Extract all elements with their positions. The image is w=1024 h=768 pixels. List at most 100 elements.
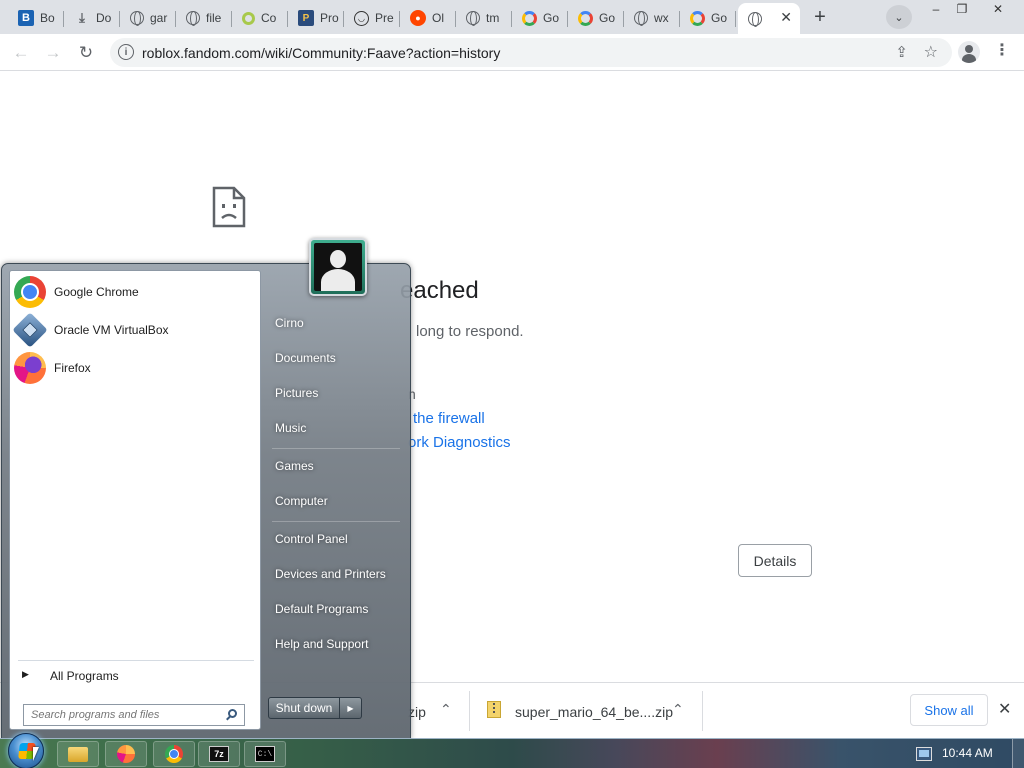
start-search-box[interactable] bbox=[23, 704, 245, 726]
tab-search-button[interactable]: ⌄ bbox=[886, 5, 912, 29]
chrome-icon bbox=[14, 276, 46, 308]
user-account-picture[interactable] bbox=[309, 238, 367, 296]
circle-o-icon bbox=[242, 11, 255, 25]
window-close-button[interactable]: ✕ bbox=[982, 0, 1014, 18]
search-icon[interactable] bbox=[228, 709, 237, 718]
taskbar-7zip[interactable]: 7z bbox=[198, 741, 240, 767]
tab-close-icon[interactable]: ✕ bbox=[780, 9, 792, 26]
start-item-virtualbox[interactable]: Oracle VM VirtualBox bbox=[12, 312, 258, 348]
tab-9[interactable]: tm bbox=[456, 4, 512, 32]
tab-5[interactable]: Co bbox=[232, 4, 288, 32]
tab-active[interactable]: ✕ bbox=[738, 3, 800, 34]
all-programs-button[interactable]: All Programs bbox=[50, 669, 119, 683]
network-tray-icon[interactable] bbox=[916, 747, 932, 761]
taskbar: 7z C:\ 10:44 AM bbox=[0, 733, 1024, 768]
tab-title: file bbox=[206, 11, 222, 25]
tab-10[interactable]: Go bbox=[512, 4, 568, 32]
tab-3[interactable]: gar bbox=[120, 4, 176, 32]
tab-8[interactable]: ● Ol bbox=[400, 4, 456, 32]
tab-7[interactable]: ◡ Pre bbox=[344, 4, 400, 32]
download-item-2-name[interactable]: super_mario_64_be....zip bbox=[515, 704, 673, 720]
divider bbox=[18, 660, 254, 661]
tab-title: Do bbox=[96, 11, 112, 25]
all-programs-arrow-icon[interactable]: ▶ bbox=[22, 669, 29, 680]
google-icon bbox=[522, 10, 537, 26]
network-diagnostics-link[interactable]: ork Diagnostics bbox=[408, 434, 511, 451]
start-item-label: Firefox bbox=[54, 361, 91, 375]
start-item-label: Google Chrome bbox=[54, 285, 139, 299]
start-right-devices-printers[interactable]: Devices and Printers bbox=[268, 559, 406, 589]
forward-button[interactable]: → bbox=[40, 40, 66, 66]
start-item-label: Oracle VM VirtualBox bbox=[54, 323, 169, 337]
reload-button[interactable]: ↻ bbox=[73, 40, 99, 66]
start-right-computer[interactable]: Computer bbox=[268, 486, 406, 516]
back-button[interactable]: ← bbox=[8, 40, 34, 66]
profile-avatar-icon[interactable] bbox=[958, 41, 980, 63]
taskbar-cmd[interactable]: C:\ bbox=[244, 741, 286, 767]
show-desktop-button[interactable] bbox=[1012, 739, 1024, 768]
bold-b-icon: B bbox=[18, 10, 34, 26]
user-silhouette-icon bbox=[314, 243, 362, 291]
share-icon[interactable]: ⇪ bbox=[895, 43, 908, 61]
tab-title: Pre bbox=[375, 11, 394, 25]
start-right-games[interactable]: Games bbox=[268, 451, 406, 481]
reddit-icon: ● bbox=[410, 10, 426, 26]
start-right-control-panel[interactable]: Control Panel bbox=[268, 524, 406, 554]
p-icon: P bbox=[298, 10, 314, 26]
download-item-2-menu-icon[interactable]: ⌃ bbox=[672, 701, 684, 718]
start-search-input[interactable] bbox=[24, 705, 220, 725]
sad-page-icon bbox=[212, 186, 246, 228]
new-tab-button[interactable]: + bbox=[806, 4, 834, 30]
tab-13[interactable]: Go bbox=[680, 4, 736, 32]
tab-4[interactable]: file bbox=[176, 4, 232, 32]
site-info-icon[interactable]: i bbox=[118, 44, 134, 60]
tab-title: Go bbox=[543, 11, 560, 25]
taskbar-clock[interactable]: 10:44 AM bbox=[942, 746, 993, 760]
start-right-user[interactable]: Cirno bbox=[268, 308, 406, 338]
show-all-button[interactable]: Show all bbox=[910, 694, 988, 726]
taskbar-firefox[interactable] bbox=[105, 741, 147, 767]
7zip-icon: 7z bbox=[209, 746, 229, 762]
taskbar-explorer[interactable] bbox=[57, 741, 99, 767]
browser-menu-icon[interactable]: ⋮ bbox=[994, 40, 1010, 60]
check-firewall-link[interactable]: the firewall bbox=[413, 410, 485, 427]
error-heading: eached bbox=[400, 277, 479, 304]
shut-down-options-arrow-icon[interactable]: ▶ bbox=[340, 697, 362, 719]
start-menu-programs-pane: Google Chrome Oracle VM VirtualBox Firef… bbox=[9, 270, 261, 730]
browser-toolbar: ← → ↻ i roblox.fandom.com/wiki/Community… bbox=[0, 34, 1024, 71]
tab-title: wx bbox=[654, 11, 669, 25]
restore-button[interactable]: ❐ bbox=[946, 0, 978, 18]
start-right-music[interactable]: Music bbox=[268, 413, 406, 443]
tab-title: Ol bbox=[432, 11, 444, 25]
url-text[interactable]: roblox.fandom.com/wiki/Community:Faave?a… bbox=[142, 45, 500, 61]
tab-1[interactable]: B Bo bbox=[8, 4, 64, 32]
taskbar-chrome[interactable] bbox=[153, 741, 195, 767]
globe-icon bbox=[748, 11, 762, 27]
google-icon bbox=[690, 10, 705, 26]
tab-title: Go bbox=[711, 11, 728, 25]
download-icon: ⤓ bbox=[79, 10, 85, 25]
tab-strip: B Bo ⤓ Do gar file Co P Pro ◡ Pre ● Ol t… bbox=[0, 0, 1024, 34]
start-right-default-programs[interactable]: Default Programs bbox=[268, 594, 406, 624]
divider bbox=[702, 691, 703, 731]
tab-title: Co bbox=[261, 11, 277, 25]
firefox-icon bbox=[117, 745, 135, 763]
tab-title: tm bbox=[486, 11, 500, 25]
tab-6[interactable]: P Pro bbox=[288, 4, 344, 32]
tab-11[interactable]: Go bbox=[568, 4, 624, 32]
details-button[interactable]: Details bbox=[738, 544, 812, 577]
start-item-firefox[interactable]: Firefox bbox=[14, 350, 258, 386]
divider bbox=[272, 521, 400, 522]
download-item-1-menu-icon[interactable]: ⌃ bbox=[440, 701, 452, 718]
smiley-icon: ◡ bbox=[354, 10, 369, 26]
start-right-pictures[interactable]: Pictures bbox=[268, 378, 406, 408]
start-item-google-chrome[interactable]: Google Chrome bbox=[14, 274, 258, 310]
bookmark-star-icon[interactable]: ☆ bbox=[924, 42, 938, 62]
start-right-documents[interactable]: Documents bbox=[268, 343, 406, 373]
tab-2[interactable]: ⤓ Do bbox=[64, 4, 120, 32]
tab-12[interactable]: wx bbox=[624, 4, 680, 32]
address-bar[interactable]: i roblox.fandom.com/wiki/Community:Faave… bbox=[110, 38, 952, 67]
download-shelf-close-icon[interactable]: ✕ bbox=[998, 699, 1011, 719]
start-right-help-support[interactable]: Help and Support bbox=[268, 629, 406, 659]
shut-down-button[interactable]: Shut down bbox=[268, 697, 340, 719]
